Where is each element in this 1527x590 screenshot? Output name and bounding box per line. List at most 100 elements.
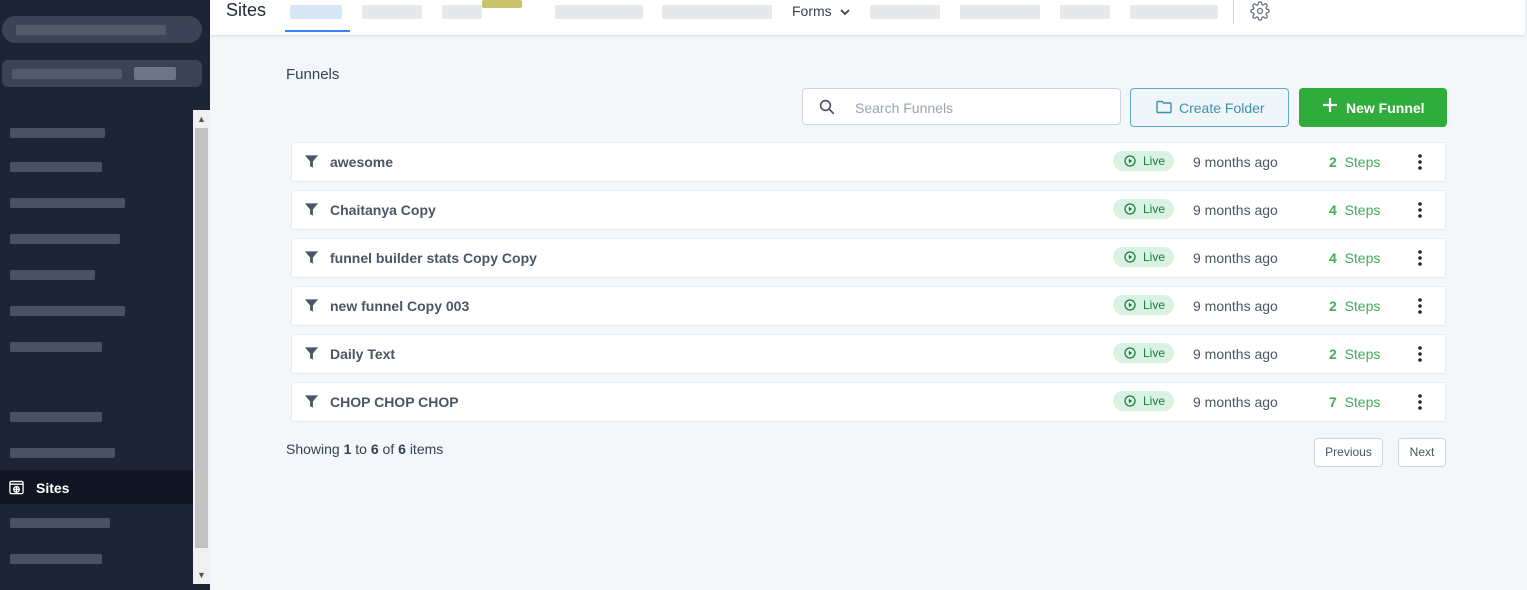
blurred-text [134,67,176,80]
section-heading: Funnels [286,66,340,83]
funnel-name[interactable]: funnel builder stats Copy Copy [330,250,537,266]
new-funnel-label: New Funnel [1346,100,1425,116]
sidebar-item[interactable] [0,294,193,328]
play-circle-icon [1124,347,1136,359]
scroll-down-arrow-icon[interactable]: ▼ [193,568,210,582]
steps-number: 2 [1329,154,1337,170]
steps-word: Steps [1344,202,1381,218]
status-badge: Live [1113,391,1174,411]
sidebar-item-sites[interactable]: Sites [0,470,193,504]
sidebar-item[interactable] [0,222,193,256]
nav-divider [1233,0,1234,24]
play-circle-icon [1124,299,1136,311]
nav-tab-blurred[interactable] [960,5,1040,19]
tab-forms[interactable]: Forms [792,3,850,19]
sidebar-item[interactable] [0,150,193,184]
funnel-icon [304,395,319,408]
table-row[interactable]: CHOP CHOP CHOP Live 9 months ago 7 Steps [291,382,1446,422]
funnel-icon [304,203,319,216]
sidebar-item[interactable] [0,116,193,150]
steps-word: Steps [1344,250,1381,266]
showing-to: 6 [370,441,379,457]
funnel-icon [304,347,319,360]
kebab-icon[interactable] [1412,153,1428,171]
play-circle-icon [1124,251,1136,263]
nav-tab-blurred[interactable] [442,5,482,19]
status-badge: Live [1113,199,1174,219]
gear-icon[interactable] [1250,1,1270,21]
nav-tab-blurred[interactable] [662,5,772,19]
search-icon [819,99,835,115]
sidebar-account-switcher[interactable] [2,16,202,43]
steps-count: 2 Steps [1329,346,1380,362]
table-row[interactable]: awesome Live 9 months ago 2 Steps [291,142,1446,182]
sidebar-item[interactable] [0,542,193,576]
previous-page-button[interactable]: Previous [1314,438,1383,467]
showing-to-word: to [355,441,367,457]
sidebar-item[interactable] [0,436,193,470]
blurred-text [10,342,102,352]
sidebar-item[interactable] [0,186,193,220]
plus-icon [1323,98,1337,112]
next-page-button[interactable]: Next [1398,438,1446,467]
create-folder-button[interactable]: Create Folder [1130,88,1289,127]
status-label: Live [1143,154,1166,168]
funnel-name[interactable]: awesome [330,154,393,170]
kebab-icon[interactable] [1412,201,1428,219]
sidebar-item[interactable] [0,506,193,540]
sidebar-item[interactable] [0,400,193,434]
funnel-name[interactable]: new funnel Copy 003 [330,298,469,314]
updated-time: 9 months ago [1193,298,1278,314]
updated-time: 9 months ago [1193,202,1278,218]
status-label: Live [1143,202,1166,216]
steps-word: Steps [1344,394,1381,410]
status-badge: Live [1113,343,1174,363]
table-row[interactable]: Daily Text Live 9 months ago 2 Steps [291,334,1446,374]
status-label: Live [1143,298,1166,312]
updated-time: 9 months ago [1193,394,1278,410]
kebab-icon[interactable] [1412,249,1428,267]
nav-tab-blurred[interactable] [1130,5,1218,19]
table-row[interactable]: Chaitanya Copy Live 9 months ago 4 Steps [291,190,1446,230]
sidebar: Sites ▲ ▼ [0,0,210,590]
sidebar-scrollbar[interactable]: ▲ ▼ [193,110,210,584]
search-box[interactable] [802,88,1121,125]
kebab-icon[interactable] [1412,345,1428,363]
globe-window-icon [9,480,24,495]
kebab-icon[interactable] [1412,297,1428,315]
nav-tab-blurred[interactable] [290,5,342,19]
blurred-text [16,25,166,35]
kebab-icon[interactable] [1412,393,1428,411]
steps-count: 2 Steps [1329,298,1380,314]
search-input[interactable] [853,97,1107,119]
funnel-name[interactable]: Daily Text [330,346,395,362]
status-badge: Live [1113,151,1174,171]
nav-tab-blurred[interactable] [1060,5,1110,19]
funnel-name[interactable]: CHOP CHOP CHOP [330,394,459,410]
top-navigation: Sites Forms [210,0,1525,35]
funnel-name[interactable]: Chaitanya Copy [330,202,436,218]
nav-tab-blurred[interactable] [362,5,422,19]
updated-time: 9 months ago [1193,250,1278,266]
nav-tab-blurred[interactable] [555,5,643,19]
new-funnel-button[interactable]: New Funnel [1299,88,1447,127]
showing-items-word: items [409,441,444,457]
sidebar-location-switcher[interactable] [2,60,202,87]
sidebar-item[interactable] [0,330,193,364]
scroll-up-arrow-icon[interactable]: ▲ [193,112,210,126]
table-row[interactable]: new funnel Copy 003 Live 9 months ago 2 … [291,286,1446,326]
status-label: Live [1143,346,1166,360]
showing-of-word: of [382,441,395,457]
nav-tab-blurred[interactable] [870,5,940,19]
blurred-text [10,412,102,422]
steps-number: 4 [1329,250,1337,266]
status-badge: Live [1113,247,1174,267]
play-circle-icon [1124,203,1136,215]
updated-time: 9 months ago [1193,154,1278,170]
sidebar-item[interactable] [0,258,193,292]
table-row[interactable]: funnel builder stats Copy Copy Live 9 mo… [291,238,1446,278]
blurred-text [10,270,95,280]
status-label: Live [1143,250,1166,264]
scroll-thumb[interactable] [195,128,208,548]
showing-from: 1 [343,441,352,457]
